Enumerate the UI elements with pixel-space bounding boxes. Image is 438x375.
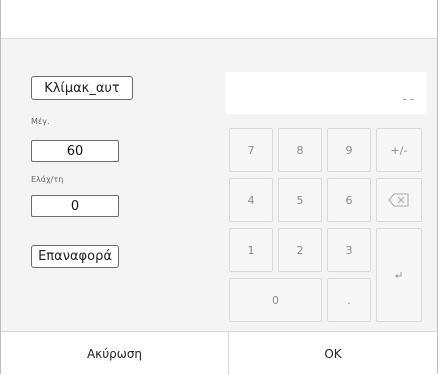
backspace-icon xyxy=(388,193,409,207)
key-enter[interactable] xyxy=(376,228,422,322)
key-3[interactable]: 3 xyxy=(327,228,371,272)
key-5[interactable]: 5 xyxy=(278,178,322,222)
key-6[interactable]: 6 xyxy=(327,178,371,222)
key-decimal[interactable]: . xyxy=(327,278,371,322)
key-4[interactable]: 4 xyxy=(229,178,273,222)
key-backspace[interactable] xyxy=(376,178,422,222)
min-value-field[interactable]: 0 xyxy=(31,195,119,217)
keypad-display: -- xyxy=(225,72,427,114)
cancel-button[interactable]: Ακύρωση xyxy=(1,332,228,375)
reset-button[interactable]: Επαναφορά xyxy=(31,245,119,268)
key-8[interactable]: 8 xyxy=(278,128,322,172)
key-7[interactable]: 7 xyxy=(229,128,273,172)
key-plus-minus[interactable]: +/- xyxy=(376,128,422,172)
dialog-titlebar xyxy=(1,0,437,39)
max-label: Μέγ. xyxy=(31,117,50,126)
number-input-dialog: Κλίμακ_αυτ Μέγ. 60 Ελάχ/τη 0 Επαναφορά -… xyxy=(0,0,438,375)
dialog-footer: Ακύρωση OK xyxy=(1,331,437,375)
max-value-field[interactable]: 60 xyxy=(31,140,119,162)
key-2[interactable]: 2 xyxy=(278,228,322,272)
key-1[interactable]: 1 xyxy=(229,228,273,272)
enter-icon xyxy=(395,272,402,278)
auto-scale-button[interactable]: Κλίμακ_αυτ xyxy=(31,76,133,100)
key-0[interactable]: 0 xyxy=(229,278,322,322)
key-9[interactable]: 9 xyxy=(327,128,371,172)
ok-button[interactable]: OK xyxy=(229,332,437,375)
min-label: Ελάχ/τη xyxy=(31,175,64,184)
